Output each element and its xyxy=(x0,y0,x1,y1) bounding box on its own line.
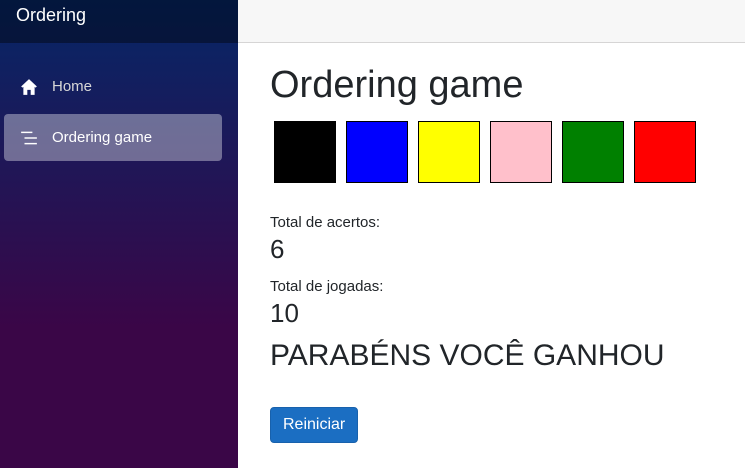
home-icon xyxy=(20,78,38,96)
color-swatch-green[interactable] xyxy=(562,121,624,183)
color-swatch-black[interactable] xyxy=(274,121,336,183)
main-content: Ordering game Total de acertos: 6 Total … xyxy=(270,60,730,443)
color-swatches xyxy=(274,121,730,183)
plays-label: Total de jogadas: xyxy=(270,278,384,295)
sidebar-item-ordering-game[interactable]: Ordering game xyxy=(4,114,222,161)
result-message: PARABÉNS VOCÊ GANHOU xyxy=(270,339,665,372)
sidebar-item-home[interactable]: Home xyxy=(4,63,222,110)
color-swatch-pink[interactable] xyxy=(490,121,552,183)
hits-value: 6 xyxy=(270,234,285,264)
color-swatch-red[interactable] xyxy=(634,121,696,183)
list-icon xyxy=(20,129,38,147)
page-title: Ordering game xyxy=(270,64,524,106)
sidebar-item-label: Ordering game xyxy=(52,129,153,146)
brand-bar: Ordering xyxy=(0,0,238,43)
sidebar-nav: Home Ordering game xyxy=(0,43,238,161)
color-swatch-blue[interactable] xyxy=(346,121,408,183)
sidebar: Ordering Home Ordering game xyxy=(0,0,238,468)
color-swatch-yellow[interactable] xyxy=(418,121,480,183)
plays-value: 10 xyxy=(270,298,299,328)
top-row xyxy=(238,0,745,43)
hits-label: Total de acertos: xyxy=(270,214,381,231)
app-brand[interactable]: Ordering xyxy=(16,5,86,26)
sidebar-item-label: Home xyxy=(52,78,93,95)
restart-button[interactable]: Reiniciar xyxy=(270,407,359,443)
